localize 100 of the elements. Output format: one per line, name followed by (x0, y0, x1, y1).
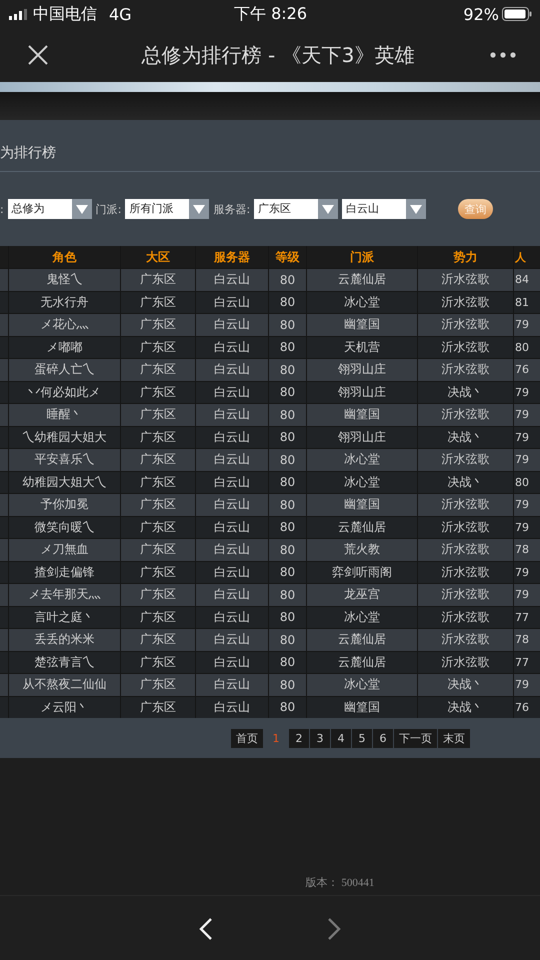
table-cell: 沂水弦歌 (418, 269, 513, 290)
table-cell: 79 (514, 562, 540, 583)
table-cell: 翎羽山庄 (307, 382, 417, 403)
back-icon[interactable] (197, 916, 215, 940)
page-link[interactable]: 首页 (231, 728, 263, 748)
column-header: 角色 (9, 246, 120, 268)
table-cell: 79 (514, 382, 540, 403)
table-cell: 白云山 (196, 359, 268, 380)
page-link[interactable]: 2 (289, 728, 309, 748)
table-cell: 丷何必如此メ (9, 382, 120, 403)
table-cell: 78 (514, 629, 540, 650)
page-title: 总修为排行榜 - 《天下3》英雄 (140, 42, 416, 68)
table-cell: 77 (514, 652, 540, 673)
table-cell: 80 (269, 449, 306, 470)
table-cell: 白云山 (196, 539, 268, 560)
network-type: 4G (109, 4, 132, 24)
table-cell: 80 (269, 426, 306, 448)
page-link[interactable]: 6 (373, 728, 393, 748)
table-cell: 广东区 (121, 472, 195, 493)
table-cell: 决战丶 (418, 696, 513, 718)
dropdown[interactable]: 所有门派 (125, 199, 210, 219)
table-cell: 白云山 (196, 674, 268, 696)
filter-label: 门派: (96, 202, 122, 216)
table-cell: 80 (269, 359, 306, 380)
table-cell: 冰心堂 (307, 449, 417, 470)
table-cell: 睡醒丶 (9, 404, 120, 426)
caret-icon (322, 204, 334, 214)
table-cell: 幽篁国 (307, 314, 417, 336)
table-cell: 沂水弦歌 (418, 404, 513, 426)
table-cell: 广东区 (121, 696, 195, 718)
table-cell: 白云山 (196, 584, 268, 606)
table-cell: 78 (514, 539, 540, 560)
table-cell: 79 (514, 584, 540, 606)
signal-icon (9, 8, 27, 20)
page-link[interactable]: 末页 (438, 728, 470, 748)
table-cell: 79 (514, 516, 540, 538)
page-link[interactable]: 4 (331, 728, 351, 748)
table-cell: 80 (269, 674, 306, 696)
table-cell: 楚弦青言乀 (9, 652, 120, 673)
dropdown[interactable]: 白云山 (342, 199, 426, 219)
table-cell: 79 (514, 674, 540, 696)
status-time: 下午 8:26 (234, 4, 307, 24)
table-cell: 80 (269, 494, 306, 516)
table-cell: 广东区 (121, 516, 195, 538)
table-cell: 79 (514, 449, 540, 470)
table-cell: 广东区 (121, 674, 195, 696)
table-cell: メ刀無血 (9, 539, 120, 560)
table-cell: 80 (269, 539, 306, 560)
column-header: 门派 (307, 246, 417, 268)
table-cell: 广东区 (121, 382, 195, 403)
table-cell: 白云山 (196, 494, 268, 516)
table-cell: 77 (514, 606, 540, 628)
table-cell: 沂水弦歌 (418, 494, 513, 516)
table-cell: 白云山 (196, 404, 268, 426)
table-cell: メ花心灬 (9, 314, 120, 336)
table-cell: 白云山 (196, 292, 268, 313)
table-cell: 冰心堂 (307, 606, 417, 628)
table-cell: 予你加冕 (9, 494, 120, 516)
table-cell: 84 (514, 269, 540, 290)
table-cell: 沂水弦歌 (418, 562, 513, 583)
dropdown[interactable]: 广东区 (254, 199, 338, 219)
column-header: 人 (514, 246, 540, 268)
table-cell: 80 (269, 472, 306, 493)
table-cell: 80 (514, 336, 540, 358)
table-cell: 广东区 (121, 584, 195, 606)
table-cell: 沂水弦歌 (418, 584, 513, 606)
table-cell: 80 (269, 562, 306, 583)
table-cell: メ云阳丶 (9, 696, 120, 718)
dropdown[interactable]: 总修为 (8, 199, 92, 219)
table-cell: 79 (514, 426, 540, 448)
table-cell: 白云山 (196, 629, 268, 650)
table-cell: 沂水弦歌 (418, 314, 513, 336)
table-cell: 天机营 (307, 336, 417, 358)
table-cell: 幽篁国 (307, 494, 417, 516)
more-icon[interactable] (490, 52, 516, 58)
table-cell: 白云山 (196, 336, 268, 358)
table-cell: 冰心堂 (307, 292, 417, 313)
table-cell: 决战丶 (418, 382, 513, 403)
table-cell: 微笑向暖乀 (9, 516, 120, 538)
battery-icon (502, 7, 532, 21)
table-cell: 80 (269, 382, 306, 403)
page-link[interactable]: 下一页 (394, 728, 437, 748)
table-cell: 幽篁国 (307, 696, 417, 718)
table-cell: 沂水弦歌 (418, 449, 513, 470)
page-link[interactable]: 5 (352, 728, 372, 748)
table-cell: 鬼怪乀 (9, 269, 120, 290)
section-heading: 为排行榜 (0, 144, 56, 162)
table-cell: 荒火教 (307, 539, 417, 560)
column-header: 大区 (121, 246, 195, 268)
table-cell: 白云山 (196, 426, 268, 448)
table-cell: 80 (269, 292, 306, 313)
close-icon[interactable] (28, 45, 48, 65)
table-cell: 沂水弦歌 (418, 539, 513, 560)
table-cell: 沂水弦歌 (418, 629, 513, 650)
table-cell: 广东区 (121, 494, 195, 516)
page-link[interactable]: 3 (310, 728, 330, 748)
table-cell: 云麓仙居 (307, 269, 417, 290)
table-cell: 冰心堂 (307, 472, 417, 493)
caret-icon (410, 204, 422, 214)
table-cell: 广东区 (121, 404, 195, 426)
